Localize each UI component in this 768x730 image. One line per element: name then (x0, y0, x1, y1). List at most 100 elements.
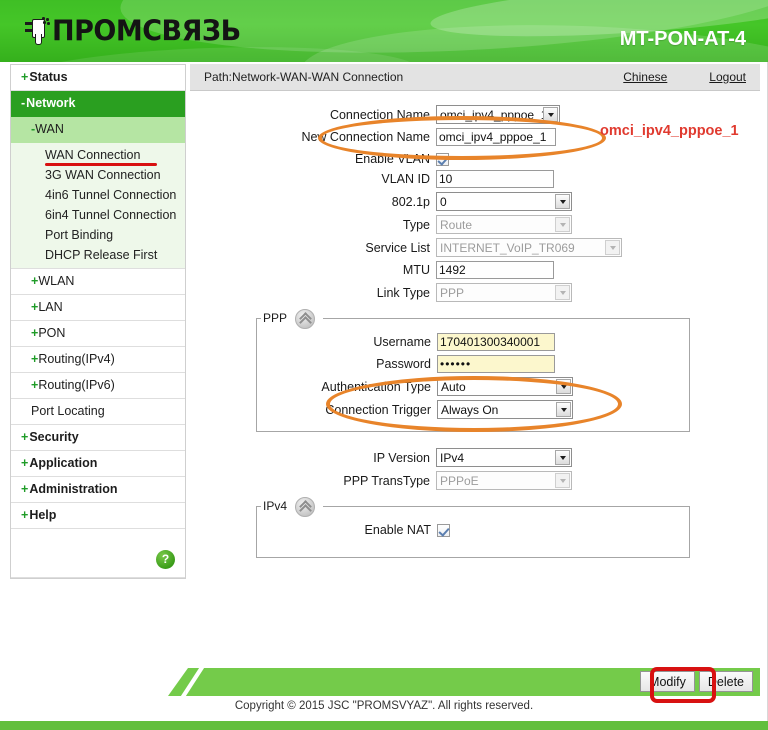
sidebar-item-status[interactable]: +Status (11, 65, 185, 91)
sidebar-item-wlan[interactable]: +WLAN (11, 269, 185, 295)
ip-version-select[interactable]: IPv4 (436, 448, 572, 467)
mtu-label: MTU (402, 263, 430, 277)
new-connection-name-input[interactable]: omci_ipv4_pppoe_1 (436, 128, 556, 146)
enable-nat-checkbox[interactable] (437, 523, 450, 537)
ppp-transtype-value: PPPoE (440, 473, 479, 488)
sidebar-item-label: WLAN (38, 274, 75, 288)
sidebar-item-label: Port Locating (31, 404, 105, 418)
sidebar-item-port-binding[interactable]: Port Binding (11, 225, 185, 245)
link-type-label: Link Type (376, 285, 430, 300)
enable-nat-label: Enable NAT (364, 523, 431, 537)
sidebar-item-network[interactable]: -Network (11, 91, 185, 117)
field-row-enable-vlan: Enable VLAN (190, 152, 760, 166)
chevron-down-icon[interactable] (543, 107, 558, 122)
field-row-enable-nat: Enable NAT (257, 523, 689, 537)
chinese-link[interactable]: Chinese (623, 70, 667, 84)
enable-vlan-label: Enable VLAN (354, 152, 430, 166)
chevron-down-icon[interactable] (556, 379, 571, 394)
field-row-ppp-transtype: PPP TransType PPPoE (190, 471, 760, 490)
footer-bottom-bar (0, 721, 768, 730)
ppp-transtype-label: PPP TransType (343, 473, 430, 488)
sidebar-item-label: Application (29, 456, 98, 470)
sidebar-item-label: PON (38, 326, 66, 340)
sidebar-item-wan-connection[interactable]: WAN Connection (11, 145, 185, 166)
sidebar-item-routing-ipv6[interactable]: +Routing(IPv6) (11, 373, 185, 399)
mtu-input[interactable]: 1492 (436, 261, 554, 279)
sidebar-item-label: 3G WAN Connection (45, 168, 161, 182)
ip-version-label: IP Version (373, 450, 430, 465)
vlan-id-input[interactable]: 10 (436, 170, 554, 188)
brand-logo: ПРОМСВЯЗЬ (24, 14, 241, 48)
expand-plus-icon: + (21, 70, 29, 84)
sidebar-item-3g-wan-connection[interactable]: 3G WAN Connection (11, 165, 185, 185)
chevron-down-icon[interactable] (555, 194, 570, 209)
auth-type-label: Authentication Type (321, 379, 431, 394)
service-list-value: INTERNET_VoIP_TR069 (440, 240, 575, 255)
brand-name: ПРОМСВЯЗЬ (52, 14, 241, 48)
field-row-connection-trigger: Connection Trigger Always On (257, 400, 689, 419)
vlan-id-label: VLAN ID (381, 172, 430, 186)
field-row-vlan-id: VLAN ID 10 (190, 170, 760, 188)
modify-button[interactable]: Modify (640, 671, 695, 692)
sidebar-item-6in4-tunnel-connection[interactable]: 6in4 Tunnel Connection (11, 205, 185, 225)
sidebar-item-lan[interactable]: +LAN (11, 295, 185, 321)
ppp-transtype-select: PPPoE (436, 471, 572, 490)
connection-name-select[interactable]: omci_ipv4_pppoe_1 (436, 105, 560, 124)
logout-link[interactable]: Logout (709, 70, 746, 84)
delete-button[interactable]: Delete (698, 671, 753, 692)
field-row-connection-name: Connection Name omci_ipv4_pppoe_1 (190, 105, 760, 124)
collapse-minus-icon: - (21, 96, 26, 110)
sidebar-item-routing-ipv4[interactable]: +Routing(IPv4) (11, 347, 185, 373)
chevron-up-collapse-icon[interactable] (295, 309, 315, 329)
chevron-down-icon[interactable] (556, 402, 571, 417)
sidebar-item-label: 4in6 Tunnel Connection (45, 188, 177, 202)
pathbar-links: Chinese Logout (623, 64, 746, 90)
password-label: Password (376, 357, 431, 371)
enable-vlan-checkbox[interactable] (436, 152, 449, 166)
sidebar-item-label: Routing(IPv6) (38, 378, 115, 392)
sidebar-item-help[interactable]: +Help (11, 503, 185, 529)
sidebar-item-port-locating[interactable]: Port Locating (11, 399, 185, 425)
expand-plus-icon: + (21, 456, 29, 470)
password-input[interactable]: •••••• (437, 355, 555, 373)
sidebar-item-wan[interactable]: -WAN (11, 117, 185, 143)
field-row-password: Password •••••• (257, 355, 689, 373)
type-label: Type (402, 217, 430, 232)
sidebar-item-application[interactable]: +Application (11, 451, 185, 477)
dot1p-label: 802.1p (391, 194, 430, 209)
link-type-select: PPP (436, 283, 572, 302)
wan-connection-form: Connection Name omci_ipv4_pppoe_1 New Co… (190, 91, 760, 558)
sidebar-item-administration[interactable]: +Administration (11, 477, 185, 503)
sidebar-item-label: Port Binding (45, 228, 114, 242)
annotation-connection-name-note: omci_ipv4_pppoe_1 (600, 123, 739, 139)
chevron-down-icon (555, 473, 570, 488)
link-type-value: PPP (440, 285, 465, 300)
dot1p-select[interactable]: 0 (436, 192, 572, 211)
username-input[interactable]: 170401300340001 (437, 333, 555, 351)
ip-version-value: IPv4 (440, 450, 465, 465)
field-row-service-list: Service List INTERNET_VoIP_TR069 (190, 238, 760, 257)
help-icon[interactable]: ? (156, 550, 175, 569)
sidebar-subgroup-wan: WAN Connection 3G WAN Connection 4in6 Tu… (11, 143, 185, 269)
field-row-8021p: 802.1p 0 (190, 192, 760, 211)
sidebar-item-4in6-tunnel-connection[interactable]: 4in6 Tunnel Connection (11, 185, 185, 205)
sidebar-item-label: WAN Connection (45, 148, 141, 162)
sidebar-item-pon[interactable]: +PON (11, 321, 185, 347)
sidebar-nav: +Status -Network -WAN WAN Connection 3G … (10, 64, 186, 579)
service-list-select: INTERNET_VoIP_TR069 (436, 238, 622, 257)
auth-type-value: Auto (441, 379, 466, 394)
chevron-down-icon[interactable] (555, 450, 570, 465)
sidebar-item-security[interactable]: +Security (11, 425, 185, 451)
content-panel: Path:Network-WAN-WAN Connection Chinese … (190, 64, 760, 654)
sidebar-item-dhcp-release-first[interactable]: DHCP Release First (11, 245, 185, 265)
chevron-up-collapse-icon[interactable] (295, 497, 315, 517)
ppp-fieldset: PPP Username 170401300340001 Password ••… (256, 309, 690, 432)
connection-trigger-label: Connection Trigger (325, 402, 431, 417)
sidebar-item-label: WAN (35, 122, 64, 136)
app-header: ПРОМСВЯЗЬ MT-PON-AT-4 (0, 0, 768, 62)
type-select: Route (436, 215, 572, 234)
ipv4-legend: IPv4 (261, 499, 291, 513)
auth-type-select[interactable]: Auto (437, 377, 573, 396)
connection-trigger-select[interactable]: Always On (437, 400, 573, 419)
field-row-link-type: Link Type PPP (190, 283, 760, 302)
